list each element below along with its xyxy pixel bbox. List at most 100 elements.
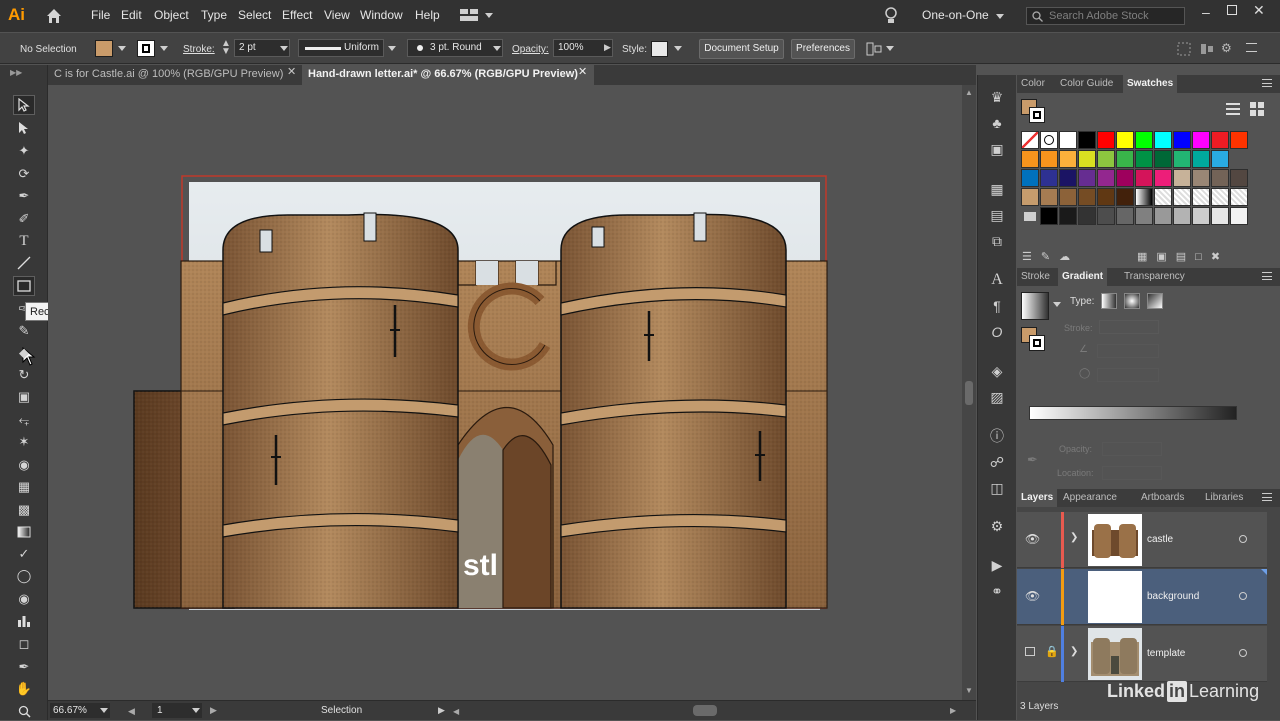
first-artboard-icon[interactable]: ◀ [128, 706, 135, 717]
chevron-right-icon[interactable]: ▶ [604, 42, 611, 53]
swatch[interactable] [1116, 188, 1134, 206]
graphic-styles-icon[interactable]: ◈ [986, 361, 1008, 381]
active-stroke-swatch[interactable] [1029, 107, 1045, 123]
layer-name[interactable]: template [1147, 648, 1185, 659]
selection-tool-icon[interactable] [13, 95, 35, 115]
swatch-none[interactable] [1021, 131, 1039, 149]
preferences-button[interactable]: Preferences [791, 39, 855, 59]
chevron-down-icon[interactable] [1053, 302, 1061, 307]
swatch[interactable] [1059, 169, 1077, 187]
swatch[interactable] [1078, 207, 1096, 225]
workspace-switcher[interactable]: One-on-One [922, 8, 989, 22]
swatch[interactable] [1173, 131, 1191, 149]
swatch[interactable] [1059, 131, 1077, 149]
slice-tool-icon[interactable]: ✒ [13, 657, 35, 677]
swatch[interactable] [1135, 150, 1153, 168]
swatch[interactable] [1192, 169, 1210, 187]
menu-window[interactable]: Window [360, 8, 403, 22]
scroll-right-icon[interactable]: ▶ [950, 706, 956, 715]
layer-target-icon[interactable] [1239, 649, 1247, 657]
puppet-icon[interactable]: ♛ [986, 87, 1008, 107]
chevron-down-icon[interactable] [118, 46, 126, 51]
lasso-tool-icon[interactable]: ⟳ [13, 164, 35, 184]
minimize-icon[interactable]: – [1202, 4, 1210, 20]
left-tower[interactable] [222, 212, 459, 609]
layer-row-castle[interactable]: 👁 ❯ castle [1017, 512, 1267, 568]
shaper-tool-icon[interactable]: ✎ [13, 321, 35, 341]
swatch[interactable] [1135, 207, 1153, 225]
swatch-registration[interactable] [1040, 131, 1058, 149]
close-window-icon[interactable]: ✕ [1253, 2, 1265, 19]
character-icon[interactable]: A [986, 270, 1008, 290]
swatch[interactable] [1097, 150, 1115, 168]
curvature-tool-icon[interactable]: ✐ [13, 209, 35, 229]
swatch[interactable] [1021, 169, 1039, 187]
tab-hand-drawn-letter[interactable]: Hand-drawn letter.ai* @ 66.67% (RGB/GPU … [302, 65, 594, 85]
expand-arrow-icon[interactable]: ❯ [1070, 646, 1078, 657]
close-tab-icon[interactable]: ✕ [287, 65, 296, 78]
swatch[interactable] [1116, 131, 1134, 149]
tab-swatches[interactable]: Swatches [1123, 75, 1178, 93]
layer-name[interactable]: castle [1147, 534, 1173, 545]
column-graph-tool-icon[interactable] [13, 611, 35, 631]
collapse-panel-icon[interactable]: ▶▶ [10, 68, 22, 77]
blend-tool-icon[interactable]: ◯ [13, 566, 35, 586]
pathfinder-icon[interactable]: ⧉ [986, 231, 1008, 251]
gradient-tool-icon[interactable] [13, 522, 35, 542]
fill-swatch[interactable] [95, 40, 113, 57]
swatch[interactable] [1078, 188, 1096, 206]
appearance-icon[interactable]: ▨ [986, 387, 1008, 407]
stroke-label[interactable]: Stroke: [183, 44, 215, 55]
gradient-stroke-swatch[interactable] [1029, 335, 1045, 351]
swatch[interactable] [1078, 150, 1096, 168]
swatch[interactable] [1230, 169, 1248, 187]
swatch[interactable] [1211, 131, 1229, 149]
lock-icon[interactable]: 🔒 [1045, 645, 1059, 658]
swatch[interactable] [1135, 169, 1153, 187]
perspective-grid-tool-icon[interactable]: ▦ [13, 477, 35, 497]
tab-gradient[interactable]: Gradient [1058, 268, 1108, 286]
expand-arrow-icon[interactable]: ❯ [1070, 532, 1078, 543]
transform-panel-icon[interactable]: ▦ [986, 179, 1008, 199]
rectangle-tool-icon[interactable] [13, 276, 35, 296]
swatch[interactable] [1116, 150, 1134, 168]
control-bar-menu-icon[interactable] [1246, 43, 1257, 52]
next-artboard-icon[interactable]: ▶ [210, 705, 217, 716]
swatch-pattern[interactable] [1230, 188, 1248, 206]
swatch[interactable] [1040, 207, 1058, 225]
stock-search-field[interactable]: Search Adobe Stock [1026, 7, 1185, 25]
graphic-style-swatch[interactable] [651, 41, 668, 57]
tab-c-is-for-castle[interactable]: C is for Castle.ai @ 100% (RGB/GPU Previ… [48, 65, 302, 85]
swatch[interactable] [1230, 207, 1248, 225]
menu-type[interactable]: Type [201, 8, 227, 22]
document-setup-button[interactable]: Document Setup [699, 39, 784, 59]
swatch[interactable] [1192, 207, 1210, 225]
menu-help[interactable]: Help [415, 8, 440, 22]
tab-appearance[interactable]: Appearance [1059, 489, 1121, 507]
align-icon[interactable] [1200, 42, 1214, 56]
panel-menu-icon[interactable] [1262, 493, 1272, 501]
chevron-down-icon[interactable] [886, 46, 894, 51]
swatch[interactable] [1173, 169, 1191, 187]
freeform-gradient-button[interactable] [1147, 293, 1163, 309]
swatch[interactable] [1230, 131, 1248, 149]
menu-object[interactable]: Object [154, 8, 189, 22]
arrange-documents-icon[interactable] [460, 9, 478, 22]
swatch[interactable] [1154, 207, 1172, 225]
gradient-preview-swatch[interactable] [1021, 292, 1049, 320]
tab-artboards[interactable]: Artboards [1137, 489, 1188, 507]
menu-effect[interactable]: Effect [282, 8, 312, 22]
swatch[interactable] [1059, 150, 1077, 168]
align-panel-icon[interactable]: ▤ [986, 205, 1008, 225]
symbols-icon[interactable]: ♣ [986, 113, 1008, 133]
layer-target-icon[interactable] [1239, 535, 1247, 543]
chevron-down-icon[interactable] [485, 13, 493, 18]
vertical-scrollbar[interactable]: ▲ ▼ [962, 85, 976, 700]
right-tower[interactable] [560, 212, 787, 609]
image-trace-icon[interactable]: ▣ [986, 139, 1008, 159]
symbol-sprayer-tool-icon[interactable]: ◉ [13, 589, 35, 609]
swatch[interactable] [1211, 150, 1229, 168]
swatch-pattern[interactable] [1192, 188, 1210, 206]
menu-file[interactable]: File [91, 8, 110, 22]
maximize-icon[interactable] [1227, 5, 1237, 15]
